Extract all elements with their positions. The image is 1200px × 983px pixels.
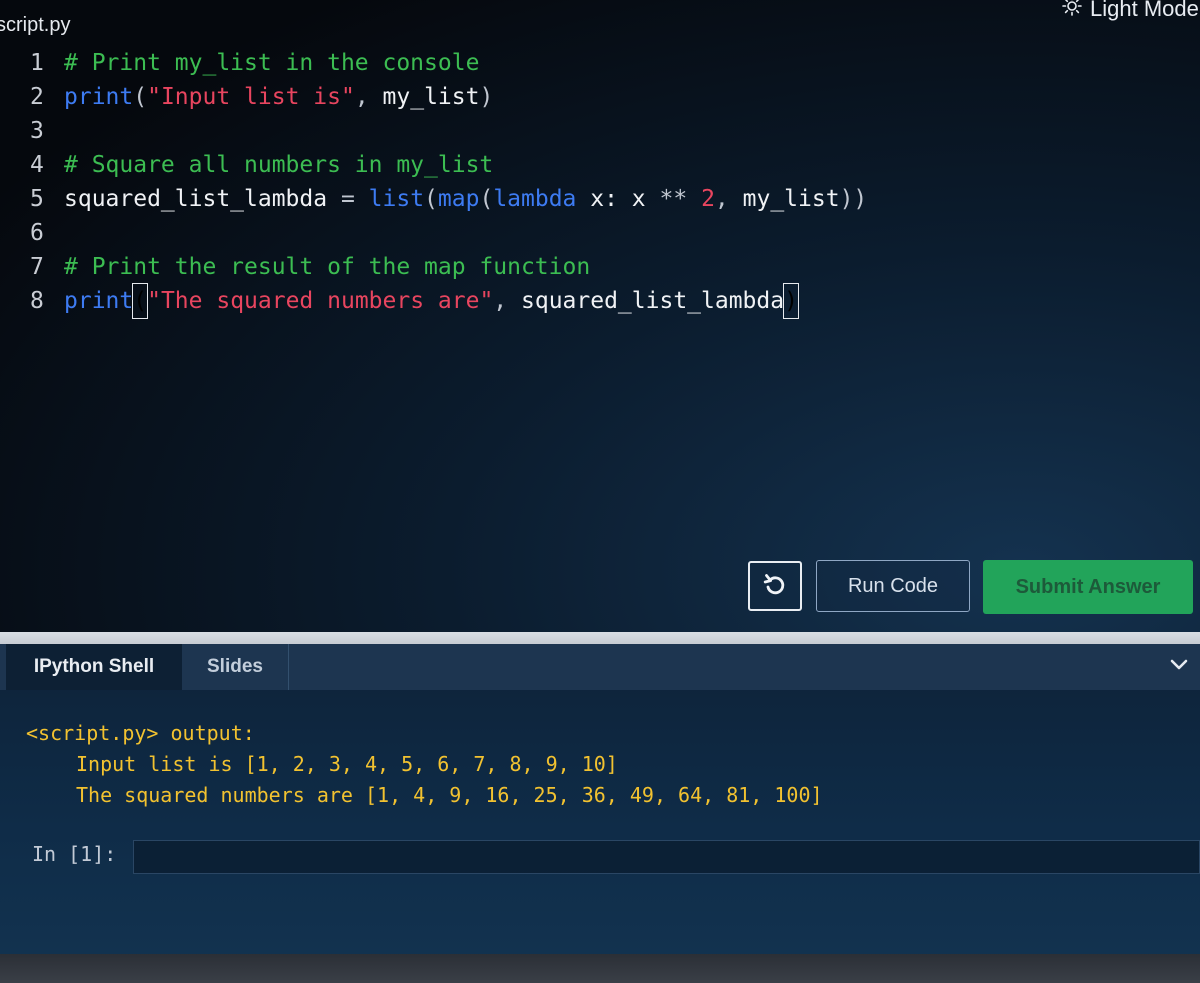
code-line[interactable]: 5 squared_list_lambda = list(map(lambda x… xyxy=(30,182,867,216)
monitor-bezel xyxy=(0,954,1200,983)
code-token: squared_list_lambda xyxy=(64,186,328,212)
code-token: # Square all numbers in my_list xyxy=(64,152,494,178)
shell-input[interactable] xyxy=(133,840,1200,874)
code-token: ( xyxy=(479,186,494,212)
code-token: x: x xyxy=(576,186,660,212)
line-number: 3 xyxy=(30,118,44,144)
line-number: 6 xyxy=(30,220,44,246)
code-token: print xyxy=(64,288,134,314)
shell-output: <script.py> output: Input list is [1, 2,… xyxy=(26,718,823,811)
code-token: "Input list is" xyxy=(147,84,355,110)
line-number: 4 xyxy=(30,152,44,178)
shell-prompt: In [1]: xyxy=(32,842,117,866)
code-token: )) xyxy=(839,186,868,212)
code-line[interactable]: 8 print("The squared numbers are", square… xyxy=(30,283,867,319)
screen: script.py Light Mode 1 # Print my_list in… xyxy=(0,0,1200,983)
sun-icon xyxy=(1062,0,1082,22)
file-tab[interactable]: script.py xyxy=(0,14,70,37)
code-token: ( xyxy=(132,283,149,319)
line-number: 2 xyxy=(30,84,44,110)
code-token: ( xyxy=(424,186,438,212)
submit-answer-button[interactable]: Submit Answer xyxy=(983,560,1193,614)
code-line[interactable]: 2 print("Input list is", my_list) xyxy=(30,80,867,114)
code-token: , xyxy=(714,186,743,212)
code-token: lambda xyxy=(493,186,577,212)
code-token: my_list xyxy=(742,186,840,212)
code-token: = xyxy=(327,186,369,212)
code-line[interactable]: 4 # Square all numbers in my_list xyxy=(30,148,867,182)
line-number: 5 xyxy=(30,186,44,212)
code-line[interactable]: 7 # Print the result of the map function xyxy=(30,250,867,284)
tab-ipython-shell[interactable]: IPython Shell xyxy=(6,644,182,690)
reset-button[interactable] xyxy=(748,561,802,611)
line-number: 7 xyxy=(30,254,44,280)
theme-toggle-button[interactable]: Light Mode xyxy=(1062,0,1199,22)
code-token: ** xyxy=(659,186,688,212)
pane-divider[interactable] xyxy=(0,632,1200,644)
theme-toggle-label: Light Mode xyxy=(1090,0,1199,21)
output-line: Input list is [1, 2, 3, 4, 5, 6, 7, 8, 9… xyxy=(76,752,618,776)
collapse-button[interactable] xyxy=(1164,652,1194,682)
line-number: 8 xyxy=(30,288,44,314)
shell-panel: IPython Shell Slides <script.py> output:… xyxy=(0,644,1200,954)
code-line[interactable]: 1 # Print my_list in the console xyxy=(30,46,867,80)
output-line: The squared numbers are [1, 4, 9, 16, 25… xyxy=(76,783,823,807)
chevron-down-icon xyxy=(1169,658,1189,677)
run-code-button[interactable]: Run Code xyxy=(816,560,970,612)
code-token: "The squared numbers are" xyxy=(147,288,494,314)
code-token: ) xyxy=(479,84,494,110)
code-token: # Print my_list in the console xyxy=(64,50,480,76)
line-number: 1 xyxy=(30,50,44,76)
tab-slides[interactable]: Slides xyxy=(182,644,289,690)
code-token: ) xyxy=(783,283,799,319)
code-token: list xyxy=(368,186,425,212)
code-token: # Print the result of the map function xyxy=(64,254,591,280)
code-token: , xyxy=(493,288,521,314)
code-editor[interactable]: script.py Light Mode 1 # Print my_list in… xyxy=(0,0,1200,632)
code-line[interactable]: 3 xyxy=(30,114,867,148)
code-token: ( xyxy=(133,84,148,110)
code-token: map xyxy=(437,186,480,212)
code-token: print xyxy=(64,84,134,110)
output-header: <script.py> output: xyxy=(26,721,255,745)
code-line[interactable]: 6 xyxy=(30,216,867,250)
code-token: , xyxy=(354,84,383,110)
reset-icon xyxy=(762,571,788,602)
shell-tabbar: IPython Shell Slides xyxy=(0,644,1200,690)
code-token: 2 xyxy=(701,186,715,212)
code-token: squared_list_lambda xyxy=(521,288,785,314)
code-lines[interactable]: 1 # Print my_list in the console 2 print("I… xyxy=(30,46,867,319)
code-token: my_list xyxy=(382,84,480,110)
